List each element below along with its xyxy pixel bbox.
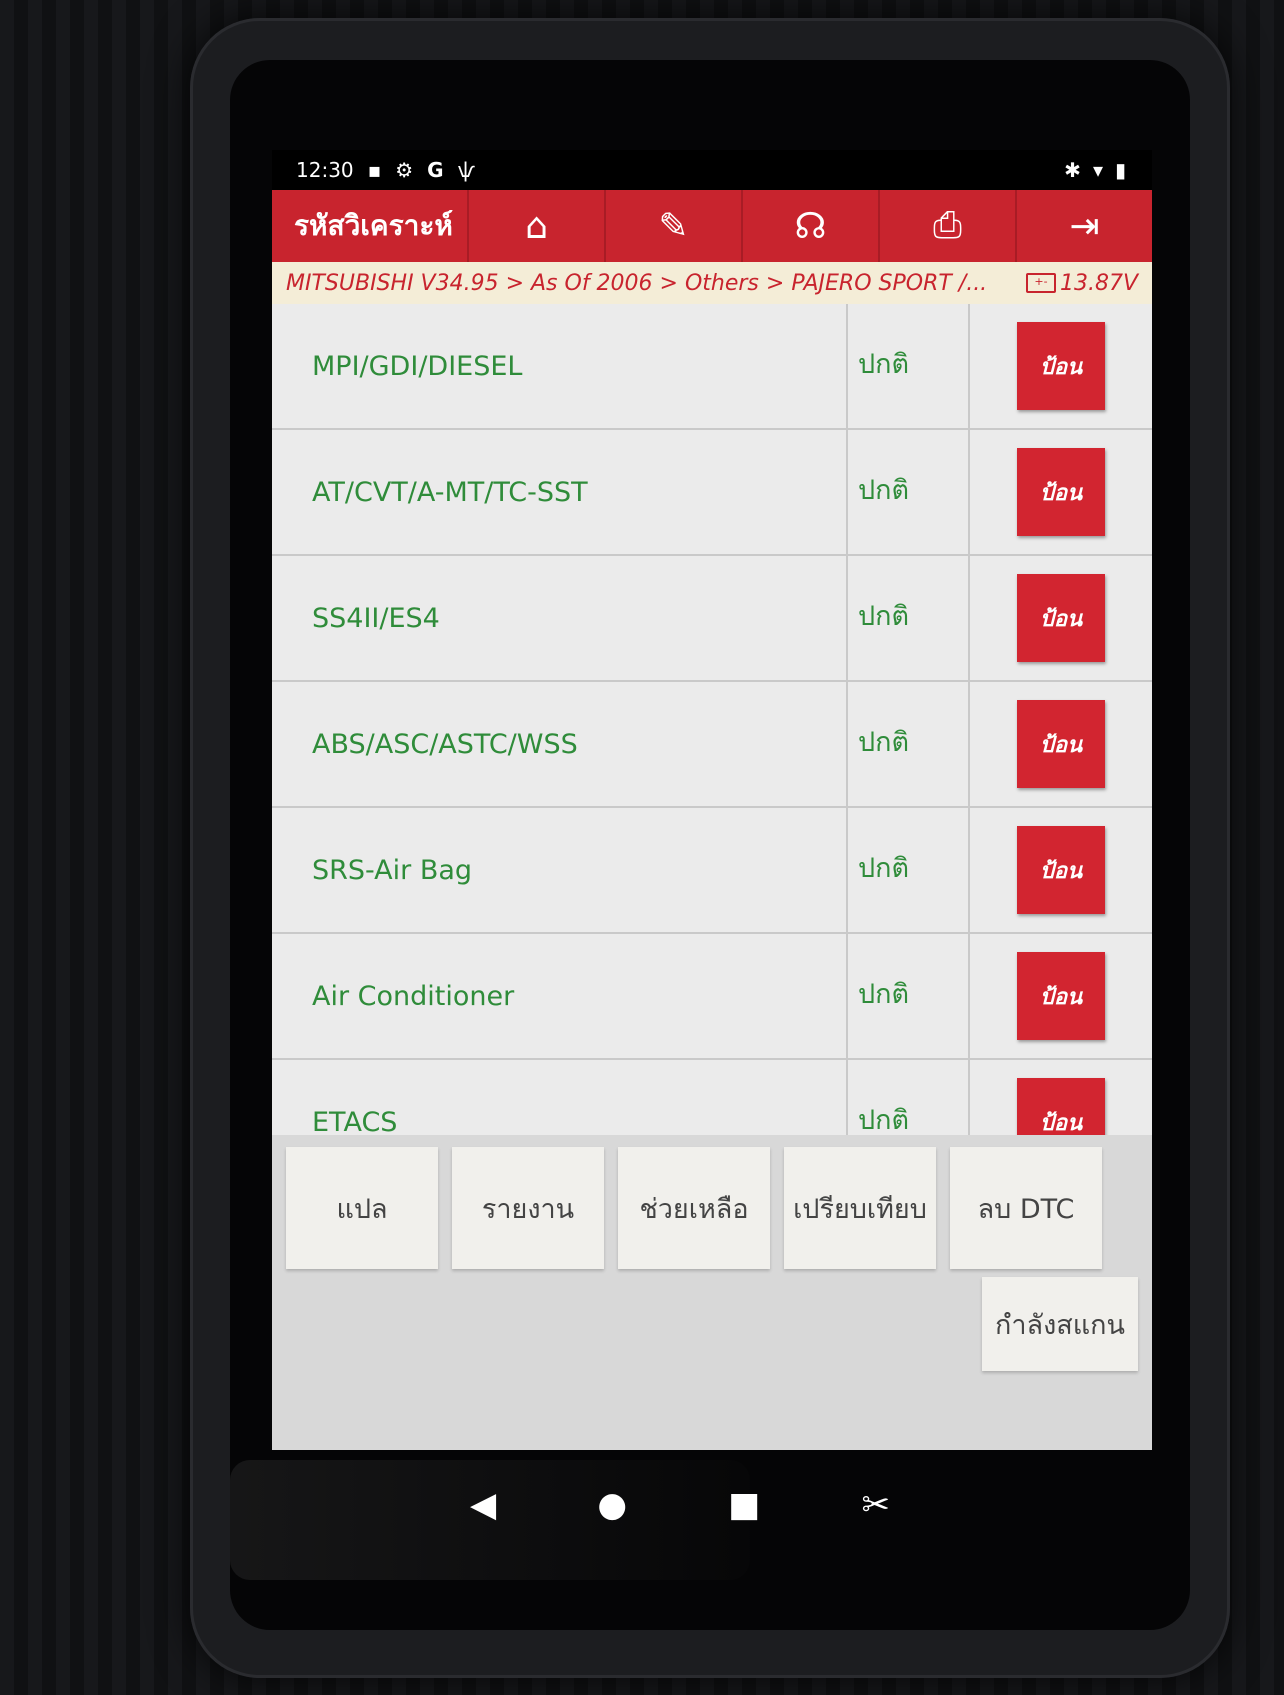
enter-button[interactable]: ป้อน bbox=[1017, 322, 1105, 410]
system-name: MPI/GDI/DIESEL bbox=[272, 304, 848, 428]
print-icon: ⎙ bbox=[933, 205, 962, 246]
notification-icon: ▪ bbox=[367, 158, 382, 182]
system-status: ปกติ bbox=[848, 808, 970, 932]
edit-button[interactable]: ✎ bbox=[604, 190, 741, 262]
car-battery-icon: +- bbox=[1025, 273, 1056, 293]
table-row: SS4II/ES4 ปกติ ป้อน bbox=[272, 556, 1152, 682]
settings-icon: ⚙ bbox=[395, 158, 414, 182]
print-button[interactable]: ⎙ bbox=[878, 190, 1015, 262]
home-icon: ⌂ bbox=[525, 205, 548, 247]
table-row: ABS/ASC/ASTC/WSS ปกติ ป้อน bbox=[272, 682, 1152, 808]
system-status: ปกติ bbox=[848, 430, 970, 554]
android-nav-bar: ◀ ● ■ ✂ bbox=[470, 1475, 890, 1535]
wifi-icon: ▾ bbox=[1092, 158, 1103, 182]
breadcrumb: MITSUBISHI V34.95 > As Of 2006 > Others … bbox=[272, 262, 1152, 304]
system-status: ปกติ bbox=[848, 682, 970, 806]
clear-dtc-button[interactable]: ลบ DTC bbox=[950, 1147, 1102, 1269]
system-status: ปกติ bbox=[848, 304, 970, 428]
support-button[interactable]: ☊ bbox=[741, 190, 878, 262]
system-name: ABS/ASC/ASTC/WSS bbox=[272, 682, 848, 806]
scanning-button[interactable]: กำลังสแกน bbox=[982, 1277, 1138, 1371]
help-button[interactable]: ช่วยเหลือ bbox=[618, 1147, 770, 1269]
system-name: Air Conditioner bbox=[272, 934, 848, 1058]
enter-button[interactable]: ป้อน bbox=[1017, 700, 1105, 788]
enter-button[interactable]: ป้อน bbox=[1017, 952, 1105, 1040]
diagnostic-app: รหัสวิเคราะห์ ⌂ ✎ ☊ ⎙ ⇥ MITSUBISHI V34.9… bbox=[272, 190, 1152, 1450]
compare-button[interactable]: เปรียบเทียบ bbox=[784, 1147, 936, 1269]
system-list: MPI/GDI/DIESEL ปกติ ป้อน AT/CVT/A-MT/TC-… bbox=[272, 304, 1152, 1186]
enter-button[interactable]: ป้อน bbox=[1017, 826, 1105, 914]
screenshot-icon[interactable]: ✂ bbox=[861, 1485, 890, 1525]
system-status: ปกติ bbox=[848, 934, 970, 1058]
status-time: 12:30 bbox=[296, 158, 354, 182]
table-row: AT/CVT/A-MT/TC-SST ปกติ ป้อน bbox=[272, 430, 1152, 556]
bottom-action-bar: แปล รายงาน ช่วยเหลือ เปรียบเทียบ ลบ DTC … bbox=[272, 1135, 1152, 1450]
voltage-value: 13.87V bbox=[1059, 270, 1138, 296]
exit-button[interactable]: ⇥ bbox=[1015, 190, 1152, 262]
table-row: SRS-Air Bag ปกติ ป้อน bbox=[272, 808, 1152, 934]
recents-icon[interactable]: ■ bbox=[728, 1485, 760, 1525]
back-icon[interactable]: ◀ bbox=[470, 1485, 496, 1525]
table-row: MPI/GDI/DIESEL ปกติ ป้อน bbox=[272, 304, 1152, 430]
battery-icon: ▮ bbox=[1114, 158, 1126, 182]
voltage-readout: +- 13.87V bbox=[1025, 270, 1138, 296]
enter-button[interactable]: ป้อน bbox=[1017, 574, 1105, 662]
usb-icon: ѱ bbox=[457, 158, 476, 182]
table-row: Air Conditioner ปกติ ป้อน bbox=[272, 934, 1152, 1060]
breadcrumb-path: MITSUBISHI V34.95 > As Of 2006 > Others … bbox=[286, 270, 988, 296]
top-toolbar: รหัสวิเคราะห์ ⌂ ✎ ☊ ⎙ ⇥ bbox=[272, 190, 1152, 262]
edit-icon: ✎ bbox=[658, 205, 689, 247]
report-button[interactable]: รายงาน bbox=[452, 1147, 604, 1269]
translate-button[interactable]: แปล bbox=[286, 1147, 438, 1269]
home-button[interactable]: ⌂ bbox=[467, 190, 604, 262]
home-nav-icon[interactable]: ● bbox=[597, 1485, 627, 1525]
system-name: AT/CVT/A-MT/TC-SST bbox=[272, 430, 848, 554]
enter-button[interactable]: ป้อน bbox=[1017, 448, 1105, 536]
page-title: รหัสวิเคราะห์ bbox=[294, 209, 453, 242]
google-icon: G bbox=[427, 158, 444, 182]
system-name: SRS-Air Bag bbox=[272, 808, 848, 932]
bluetooth-icon: ✱ bbox=[1064, 158, 1081, 182]
system-status: ปกติ bbox=[848, 556, 970, 680]
exit-icon: ⇥ bbox=[1069, 205, 1100, 247]
system-name: SS4II/ES4 bbox=[272, 556, 848, 680]
screen: 12:30 ▪ ⚙ G ѱ ✱ ▾ ▮ รหัสวิเคราะห์ ⌂ ✎ ☊ … bbox=[272, 150, 1152, 1450]
support-icon: ☊ bbox=[794, 205, 827, 247]
status-bar: 12:30 ▪ ⚙ G ѱ ✱ ▾ ▮ bbox=[272, 150, 1152, 190]
